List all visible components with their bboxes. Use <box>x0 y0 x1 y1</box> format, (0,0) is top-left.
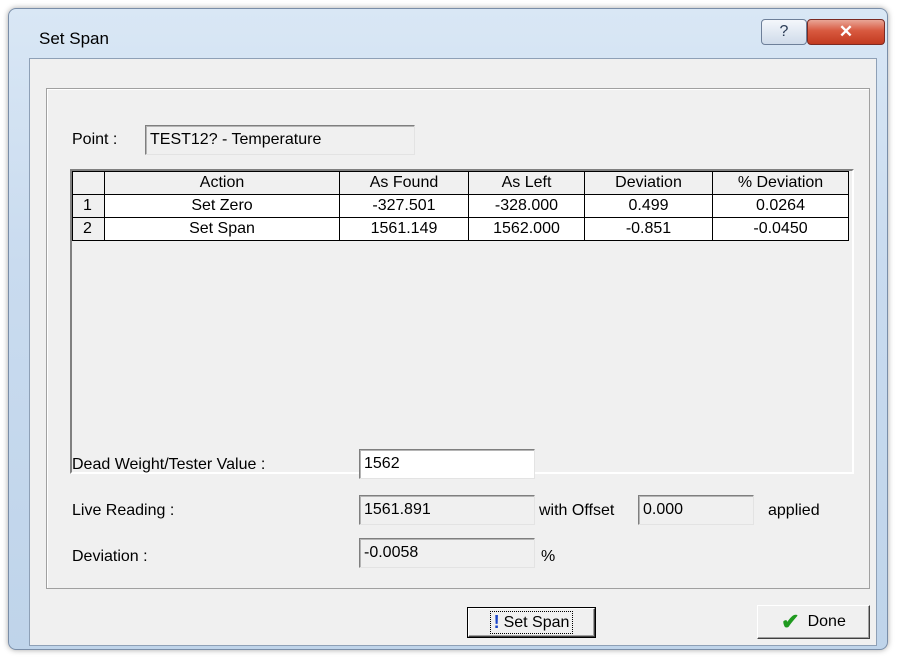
column-header[interactable]: Action <box>104 171 340 195</box>
table-cell-deviation[interactable]: 0.499 <box>584 194 713 218</box>
row-number: 2 <box>72 217 105 241</box>
results-table: Action As Found As Left Deviation % Devi… <box>72 171 849 241</box>
live-reading-label: Live Reading : <box>72 502 175 519</box>
percent-unit: % <box>541 548 556 565</box>
table-cell-deviation[interactable]: -0.851 <box>584 217 713 241</box>
table-cell-action[interactable]: Set Zero <box>104 194 340 218</box>
dead-weight-input[interactable]: 1562 <box>359 449 535 479</box>
dead-weight-label: Dead Weight/Tester Value : <box>72 456 266 473</box>
set-span-button[interactable]: ! Set Span <box>467 607 596 638</box>
help-button[interactable]: ? <box>761 19 807 45</box>
dialog-body: Point : TEST12? - Temperature Action As … <box>29 58 877 646</box>
results-grid[interactable]: Action As Found As Left Deviation % Devi… <box>70 169 854 474</box>
exclamation-icon: ! <box>493 612 500 632</box>
table-cell-as-found[interactable]: 1561.149 <box>339 217 469 241</box>
point-label: Point : <box>72 131 118 148</box>
point-field: TEST12? - Temperature <box>145 125 415 155</box>
offset-label: with Offset <box>539 502 615 519</box>
row-number: 1 <box>72 194 105 218</box>
table-cell-as-left[interactable]: -328.000 <box>468 194 585 218</box>
set-span-focus: ! Set Span <box>489 611 574 634</box>
applied-label: applied <box>768 502 820 519</box>
table-cell-pct-deviation[interactable]: 0.0264 <box>712 194 849 218</box>
table-cell-as-found[interactable]: -327.501 <box>339 194 469 218</box>
table-row[interactable]: 2 Set Span 1561.149 1562.000 -0.851 -0.0… <box>72 217 849 241</box>
deviation-field: -0.0058 <box>359 538 535 568</box>
column-header[interactable]: As Left <box>468 171 585 195</box>
question-icon: ? <box>779 23 789 40</box>
column-header[interactable]: % Deviation <box>712 171 849 195</box>
dialog-window: Set Span ? ✕ Point : TEST12? - Temperatu… <box>8 8 888 650</box>
live-reading-field: 1561.891 <box>359 495 535 525</box>
done-label: Done <box>807 613 846 630</box>
deviation-label: Deviation : <box>72 548 148 565</box>
table-row[interactable]: 1 Set Zero -327.501 -328.000 0.499 0.026… <box>72 194 849 218</box>
table-corner-cell <box>72 171 105 195</box>
close-icon: ✕ <box>838 22 854 41</box>
column-header[interactable]: Deviation <box>584 171 713 195</box>
close-button[interactable]: ✕ <box>807 19 885 45</box>
window-title: Set Span <box>39 29 109 48</box>
set-span-label: Set Span <box>503 613 570 631</box>
table-cell-pct-deviation[interactable]: -0.0450 <box>712 217 849 241</box>
done-button[interactable]: ✔ Done <box>757 605 870 639</box>
checkmark-icon: ✔ <box>781 609 800 634</box>
table-cell-action[interactable]: Set Span <box>104 217 340 241</box>
column-header[interactable]: As Found <box>339 171 469 195</box>
table-cell-as-left[interactable]: 1562.000 <box>468 217 585 241</box>
offset-field: 0.000 <box>638 495 754 525</box>
table-header-row: Action As Found As Left Deviation % Devi… <box>72 171 849 195</box>
